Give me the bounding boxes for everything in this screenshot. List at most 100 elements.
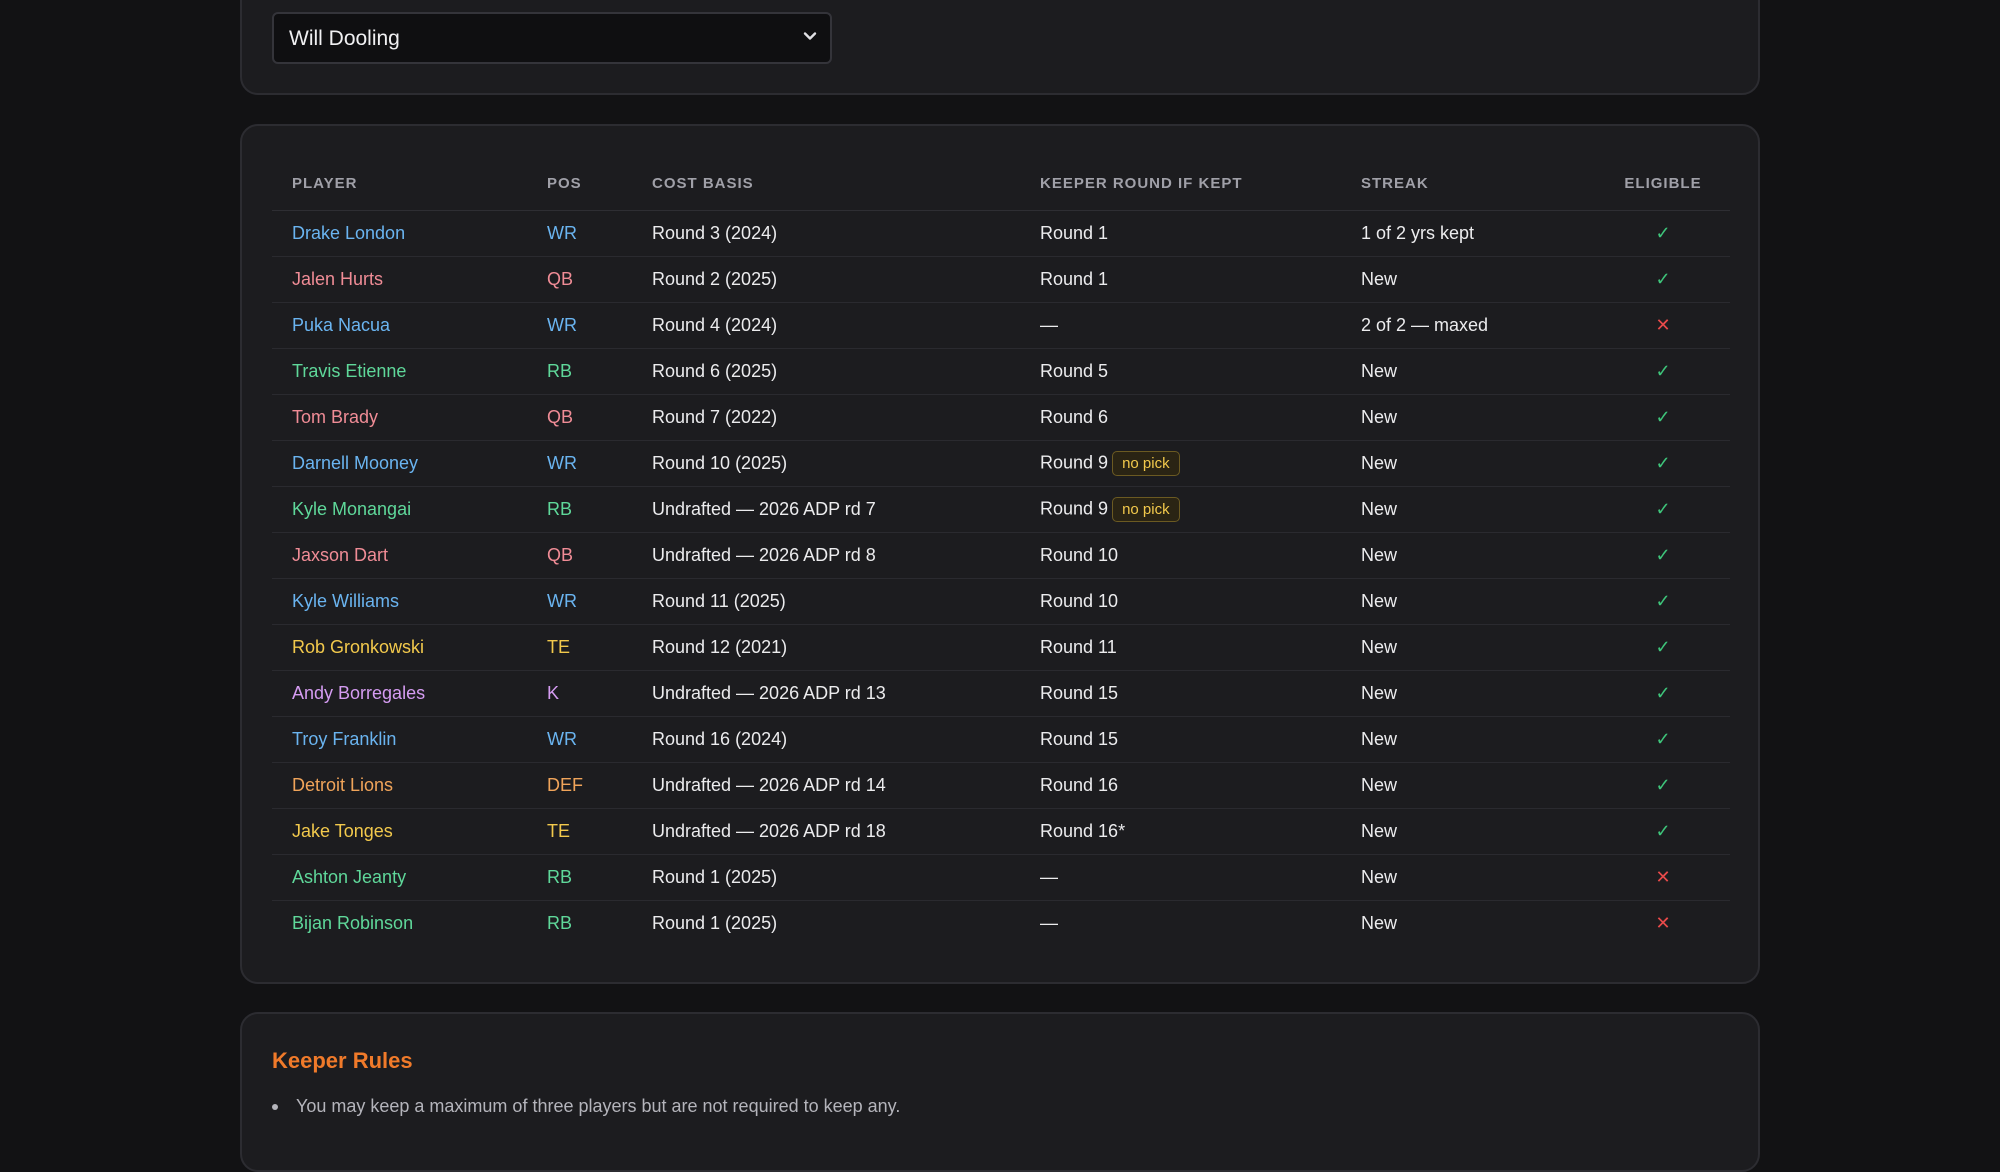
header-keeper-round[interactable]: KEEPER ROUND IF KEPT — [1020, 156, 1341, 211]
streak: New — [1341, 256, 1596, 303]
eligible-cell: ✕ — [1596, 901, 1730, 947]
table-row[interactable]: Rob Gronkowski TE Round 12 (2021) Round 11 N… — [272, 624, 1730, 671]
keeper-round: Round 15 — [1040, 729, 1119, 749]
check-icon: ✓ — [1655, 683, 1671, 703]
player-position: K — [527, 670, 632, 717]
keeper-round-cell: Round 16* — [1020, 808, 1341, 855]
streak: New — [1341, 394, 1596, 441]
header-pos[interactable]: POS — [527, 156, 632, 211]
player-name[interactable]: Andy Borregales — [272, 670, 527, 717]
table-row[interactable]: Troy Franklin WR Round 16 (2024) Round 15 Ne… — [272, 716, 1730, 763]
player-name[interactable]: Kyle Williams — [272, 578, 527, 625]
player-name[interactable]: Travis Etienne — [272, 348, 527, 395]
check-icon: ✓ — [1655, 361, 1671, 381]
cost-basis: Round 11 (2025) — [632, 578, 1020, 625]
table-row[interactable]: Jake Tonges TE Undrafted — 2026 ADP rd 18 R… — [272, 808, 1730, 855]
streak: New — [1341, 670, 1596, 717]
keeper-round: Round 1 — [1040, 269, 1109, 289]
table-row[interactable]: Puka Nacua WR Round 4 (2024) — 2 of 2 — maxe… — [272, 302, 1730, 349]
player-name[interactable]: Bijan Robinson — [272, 901, 527, 947]
player-name[interactable]: Ashton Jeanty — [272, 854, 527, 901]
check-icon: ✓ — [1655, 407, 1671, 427]
check-icon: ✓ — [1655, 223, 1671, 243]
table-row[interactable]: Jalen Hurts QB Round 2 (2025) Round 1 New ✓ — [272, 256, 1730, 303]
keeper-round: Round 15 — [1040, 683, 1119, 703]
keeper-round-cell: Round 15 — [1020, 670, 1341, 717]
keeper-round: Round 1 — [1040, 223, 1109, 243]
table-row[interactable]: Drake London WR Round 3 (2024) Round 1 1 of … — [272, 210, 1730, 257]
keeper-round: Round 5 — [1040, 361, 1109, 381]
check-icon: ✓ — [1655, 499, 1671, 519]
player-name[interactable]: Rob Gronkowski — [272, 624, 527, 671]
owner-select[interactable]: Will Dooling — [272, 12, 832, 64]
eligible-cell: ✓ — [1596, 716, 1730, 763]
header-eligible[interactable]: ELIGIBLE — [1596, 156, 1730, 211]
table-row[interactable]: Jaxson Dart QB Undrafted — 2026 ADP rd 8 Ro… — [272, 532, 1730, 579]
player-position: WR — [527, 578, 632, 625]
header-cost-basis[interactable]: COST BASIS — [632, 156, 1020, 211]
player-position: TE — [527, 808, 632, 855]
eligible-cell: ✓ — [1596, 670, 1730, 717]
player-position: WR — [527, 302, 632, 349]
keeper-round: Round 11 — [1040, 637, 1117, 657]
table-row[interactable]: Travis Etienne RB Round 6 (2025) Round 5 New… — [272, 348, 1730, 395]
player-name[interactable]: Detroit Lions — [272, 762, 527, 809]
cost-basis: Undrafted — 2026 ADP rd 8 — [632, 532, 1020, 579]
cross-icon: ✕ — [1655, 867, 1671, 887]
cross-icon: ✕ — [1655, 913, 1671, 933]
player-position: WR — [527, 210, 632, 257]
cost-basis: Round 6 (2025) — [632, 348, 1020, 395]
keeper-round: Round 9 — [1040, 452, 1109, 473]
eligible-cell: ✓ — [1596, 440, 1730, 487]
check-icon: ✓ — [1655, 729, 1671, 749]
header-streak[interactable]: STREAK — [1341, 156, 1596, 211]
eligible-cell: ✓ — [1596, 532, 1730, 579]
player-name[interactable]: Jake Tonges — [272, 808, 527, 855]
streak: New — [1341, 624, 1596, 671]
streak: New — [1341, 532, 1596, 579]
player-position: QB — [527, 394, 632, 441]
eligible-cell: ✓ — [1596, 578, 1730, 625]
keeper-round-cell: Round 1 — [1020, 256, 1341, 303]
cost-basis: Undrafted — 2026 ADP rd 7 — [632, 486, 1020, 533]
player-name[interactable]: Puka Nacua — [272, 302, 527, 349]
eligible-cell: ✓ — [1596, 256, 1730, 303]
player-position: WR — [527, 716, 632, 763]
player-position: RB — [527, 854, 632, 901]
cost-basis: Round 12 (2021) — [632, 624, 1020, 671]
header-player[interactable]: PLAYER — [272, 156, 527, 211]
table-row[interactable]: Darnell Mooney WR Round 10 (2025) Round 9 no… — [272, 440, 1730, 487]
keeper-round: Round 10 — [1040, 545, 1119, 565]
player-position: QB — [527, 532, 632, 579]
cost-basis: Round 1 (2025) — [632, 854, 1020, 901]
player-name[interactable]: Jaxson Dart — [272, 532, 527, 579]
keeper-table-card: PLAYER POS COST BASIS KEEPER ROUND IF KE… — [240, 124, 1760, 984]
check-icon: ✓ — [1655, 269, 1671, 289]
keeper-round: — — [1040, 867, 1058, 887]
cost-basis: Round 2 (2025) — [632, 256, 1020, 303]
table-row[interactable]: Detroit Lions DEF Undrafted — 2026 ADP rd … — [272, 762, 1730, 809]
table-row[interactable]: Andy Borregales K Undrafted — 2026 ADP rd … — [272, 670, 1730, 717]
check-icon: ✓ — [1655, 637, 1671, 657]
cost-basis: Undrafted — 2026 ADP rd 14 — [632, 762, 1020, 809]
player-name[interactable]: Drake London — [272, 210, 527, 257]
table-row[interactable]: Bijan Robinson RB Round 1 (2025) — New ✕ — [272, 901, 1730, 947]
table-row[interactable]: Kyle Monangai RB Undrafted — 2026 ADP rd 7… — [272, 486, 1730, 533]
table-row[interactable]: Tom Brady QB Round 7 (2022) Round 6 New ✓ — [272, 394, 1730, 441]
player-name[interactable]: Tom Brady — [272, 394, 527, 441]
player-name[interactable]: Darnell Mooney — [272, 440, 527, 487]
check-icon: ✓ — [1655, 545, 1671, 565]
streak: New — [1341, 854, 1596, 901]
streak: New — [1361, 913, 1398, 933]
player-name[interactable]: Troy Franklin — [272, 716, 527, 763]
player-position: RB — [547, 913, 573, 933]
streak: New — [1341, 762, 1596, 809]
player-name[interactable]: Kyle Monangai — [272, 486, 527, 533]
player-name[interactable]: Jalen Hurts — [272, 256, 527, 303]
keeper-rules-title: Keeper Rules — [272, 1048, 413, 1073]
keeper-round-cell: — — [1020, 302, 1341, 349]
table-row[interactable]: Kyle Williams WR Round 11 (2025) Round 10 Ne… — [272, 578, 1730, 625]
chevron-down-icon — [803, 32, 817, 40]
table-row[interactable]: Ashton Jeanty RB Round 1 (2025) — New ✕ — [272, 854, 1730, 901]
table-header-row: PLAYER POS COST BASIS KEEPER ROUND IF KE… — [272, 156, 1730, 211]
